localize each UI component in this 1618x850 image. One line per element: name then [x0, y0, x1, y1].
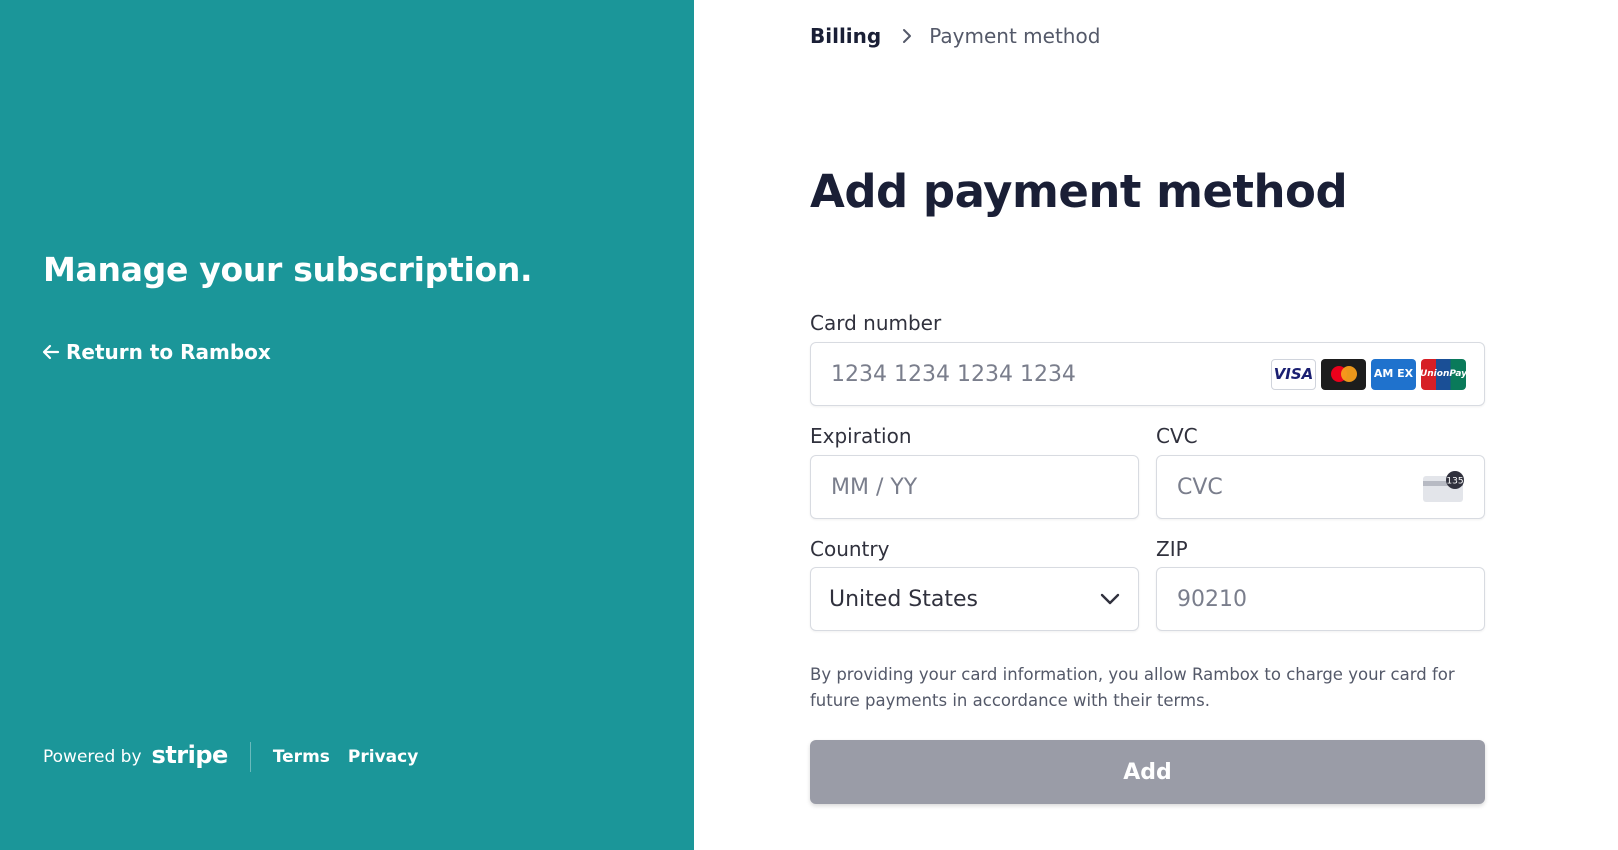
- stripe-logo[interactable]: stripe: [152, 741, 229, 769]
- page-title: Add payment method: [810, 165, 1348, 218]
- card-number-field[interactable]: VISA AM EX UnionPay: [810, 342, 1485, 406]
- zip-input[interactable]: [1175, 585, 1466, 613]
- amex-icon: AM EX: [1371, 358, 1416, 390]
- cvc-input[interactable]: [1175, 473, 1422, 501]
- chevron-right-icon: [901, 27, 913, 45]
- return-link[interactable]: Return to Rambox: [42, 340, 271, 364]
- terms-link[interactable]: Terms: [273, 747, 330, 767]
- sidebar-footer: Powered by stripe Terms Privacy: [43, 741, 436, 772]
- return-link-label: Return to Rambox: [66, 340, 271, 364]
- mastercard-icon: [1321, 358, 1366, 390]
- authorization-note: By providing your card information, you …: [810, 665, 1455, 710]
- cvc-label: CVC: [1156, 424, 1198, 448]
- main-panel: Billing Payment method Add payment metho…: [694, 0, 1618, 850]
- expiration-field[interactable]: [810, 455, 1139, 519]
- country-value: United States: [829, 586, 978, 612]
- cvc-field[interactable]: 135: [1156, 455, 1485, 519]
- zip-label: ZIP: [1156, 537, 1188, 561]
- card-brands: VISA AM EX UnionPay: [1271, 358, 1467, 390]
- expiration-label: Expiration: [810, 424, 912, 448]
- visa-icon: VISA: [1271, 358, 1316, 390]
- cvc-icon-text: 135: [1446, 477, 1463, 487]
- card-number-label: Card number: [810, 311, 942, 335]
- breadcrumb-current: Payment method: [929, 24, 1101, 48]
- unionpay-icon: UnionPay: [1420, 358, 1467, 390]
- sidebar-headline: Manage your subscription.: [43, 250, 533, 289]
- privacy-link[interactable]: Privacy: [348, 747, 418, 767]
- add-button[interactable]: Add: [810, 740, 1485, 804]
- sidebar-panel: Manage your subscription. Return to Ramb…: [0, 0, 694, 850]
- arrow-left-icon: [42, 344, 60, 360]
- country-label: Country: [810, 537, 890, 561]
- footer-divider: [249, 742, 251, 772]
- powered-by-text: Powered by: [43, 747, 142, 767]
- cvc-card-icon: 135: [1423, 471, 1464, 502]
- zip-field[interactable]: [1156, 567, 1485, 631]
- country-select[interactable]: United States: [810, 567, 1139, 631]
- breadcrumb-billing[interactable]: Billing: [810, 24, 881, 48]
- card-number-input[interactable]: [829, 360, 1271, 388]
- expiration-input[interactable]: [829, 473, 1120, 501]
- breadcrumb: Billing Payment method: [810, 24, 1100, 48]
- chevron-down-icon: [1100, 593, 1120, 605]
